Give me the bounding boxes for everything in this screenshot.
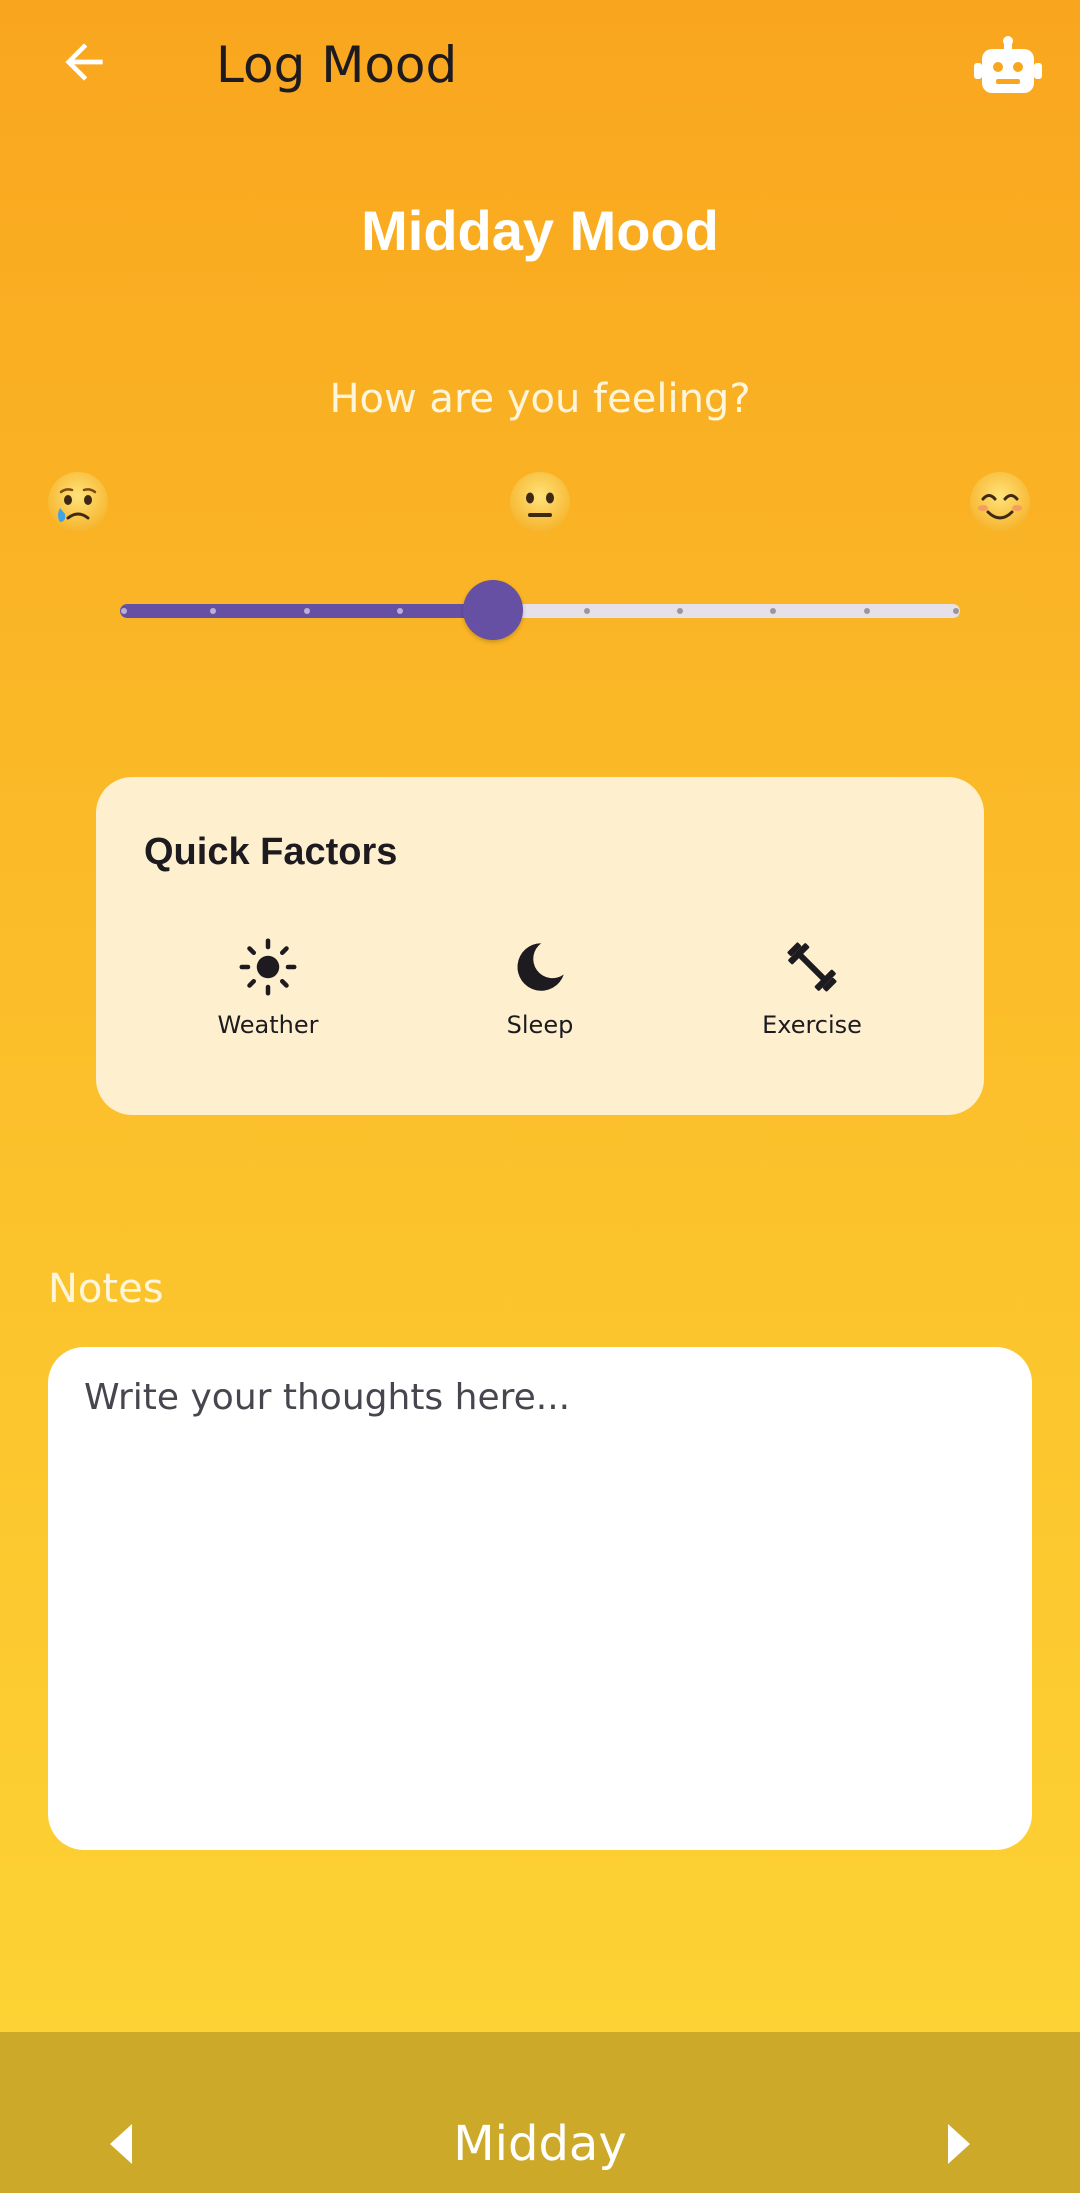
robot-icon [974,36,1042,93]
caret-right-icon [948,2124,970,2164]
notes-label: Notes [48,1266,164,1312]
current-period-label: Midday [453,2116,627,2172]
slider-tick [397,608,403,614]
period-navigation-bar: Midday [0,2032,1080,2193]
quick-factors-card: Quick Factors Weather Sleep Exercise [96,777,984,1115]
slider-tick [677,608,683,614]
assistant-button[interactable] [966,30,1050,100]
factor-exercise-button[interactable]: Exercise [712,937,912,1057]
moon-icon [517,943,564,991]
factor-exercise-label: Exercise [762,1011,862,1039]
mood-period-title: Midday Mood [361,199,719,262]
back-button[interactable] [48,26,120,98]
feeling-prompt: How are you feeling? [329,376,751,422]
slider-tick [121,608,127,614]
log-mood-screen: Log Mood Midday Mood How are you feeling… [0,0,1080,2193]
factor-sleep-label: Sleep [506,1011,574,1039]
page-title: Log Mood [216,36,458,94]
mood-slider[interactable] [120,580,960,640]
crying-face-icon [48,472,108,532]
sun-icon [239,938,297,996]
neutral-face-icon [510,472,570,532]
slider-tick [303,608,310,614]
notes-input[interactable] [48,1347,1032,1850]
slider-tick [583,608,590,614]
next-period-button[interactable] [930,2114,990,2174]
factor-sleep-button[interactable]: Sleep [440,937,640,1057]
slider-tick [863,608,870,614]
arrow-left-icon [65,43,103,81]
slider-tick [953,608,959,614]
quick-factors-title: Quick Factors [144,831,398,873]
slider-thumb[interactable] [463,580,524,640]
smiling-face-icon [970,472,1030,532]
dumbbell-icon [787,942,837,992]
factor-weather-button[interactable]: Weather [168,937,368,1057]
factor-weather-label: Weather [217,1011,319,1039]
app-bar: Log Mood [0,0,1080,130]
